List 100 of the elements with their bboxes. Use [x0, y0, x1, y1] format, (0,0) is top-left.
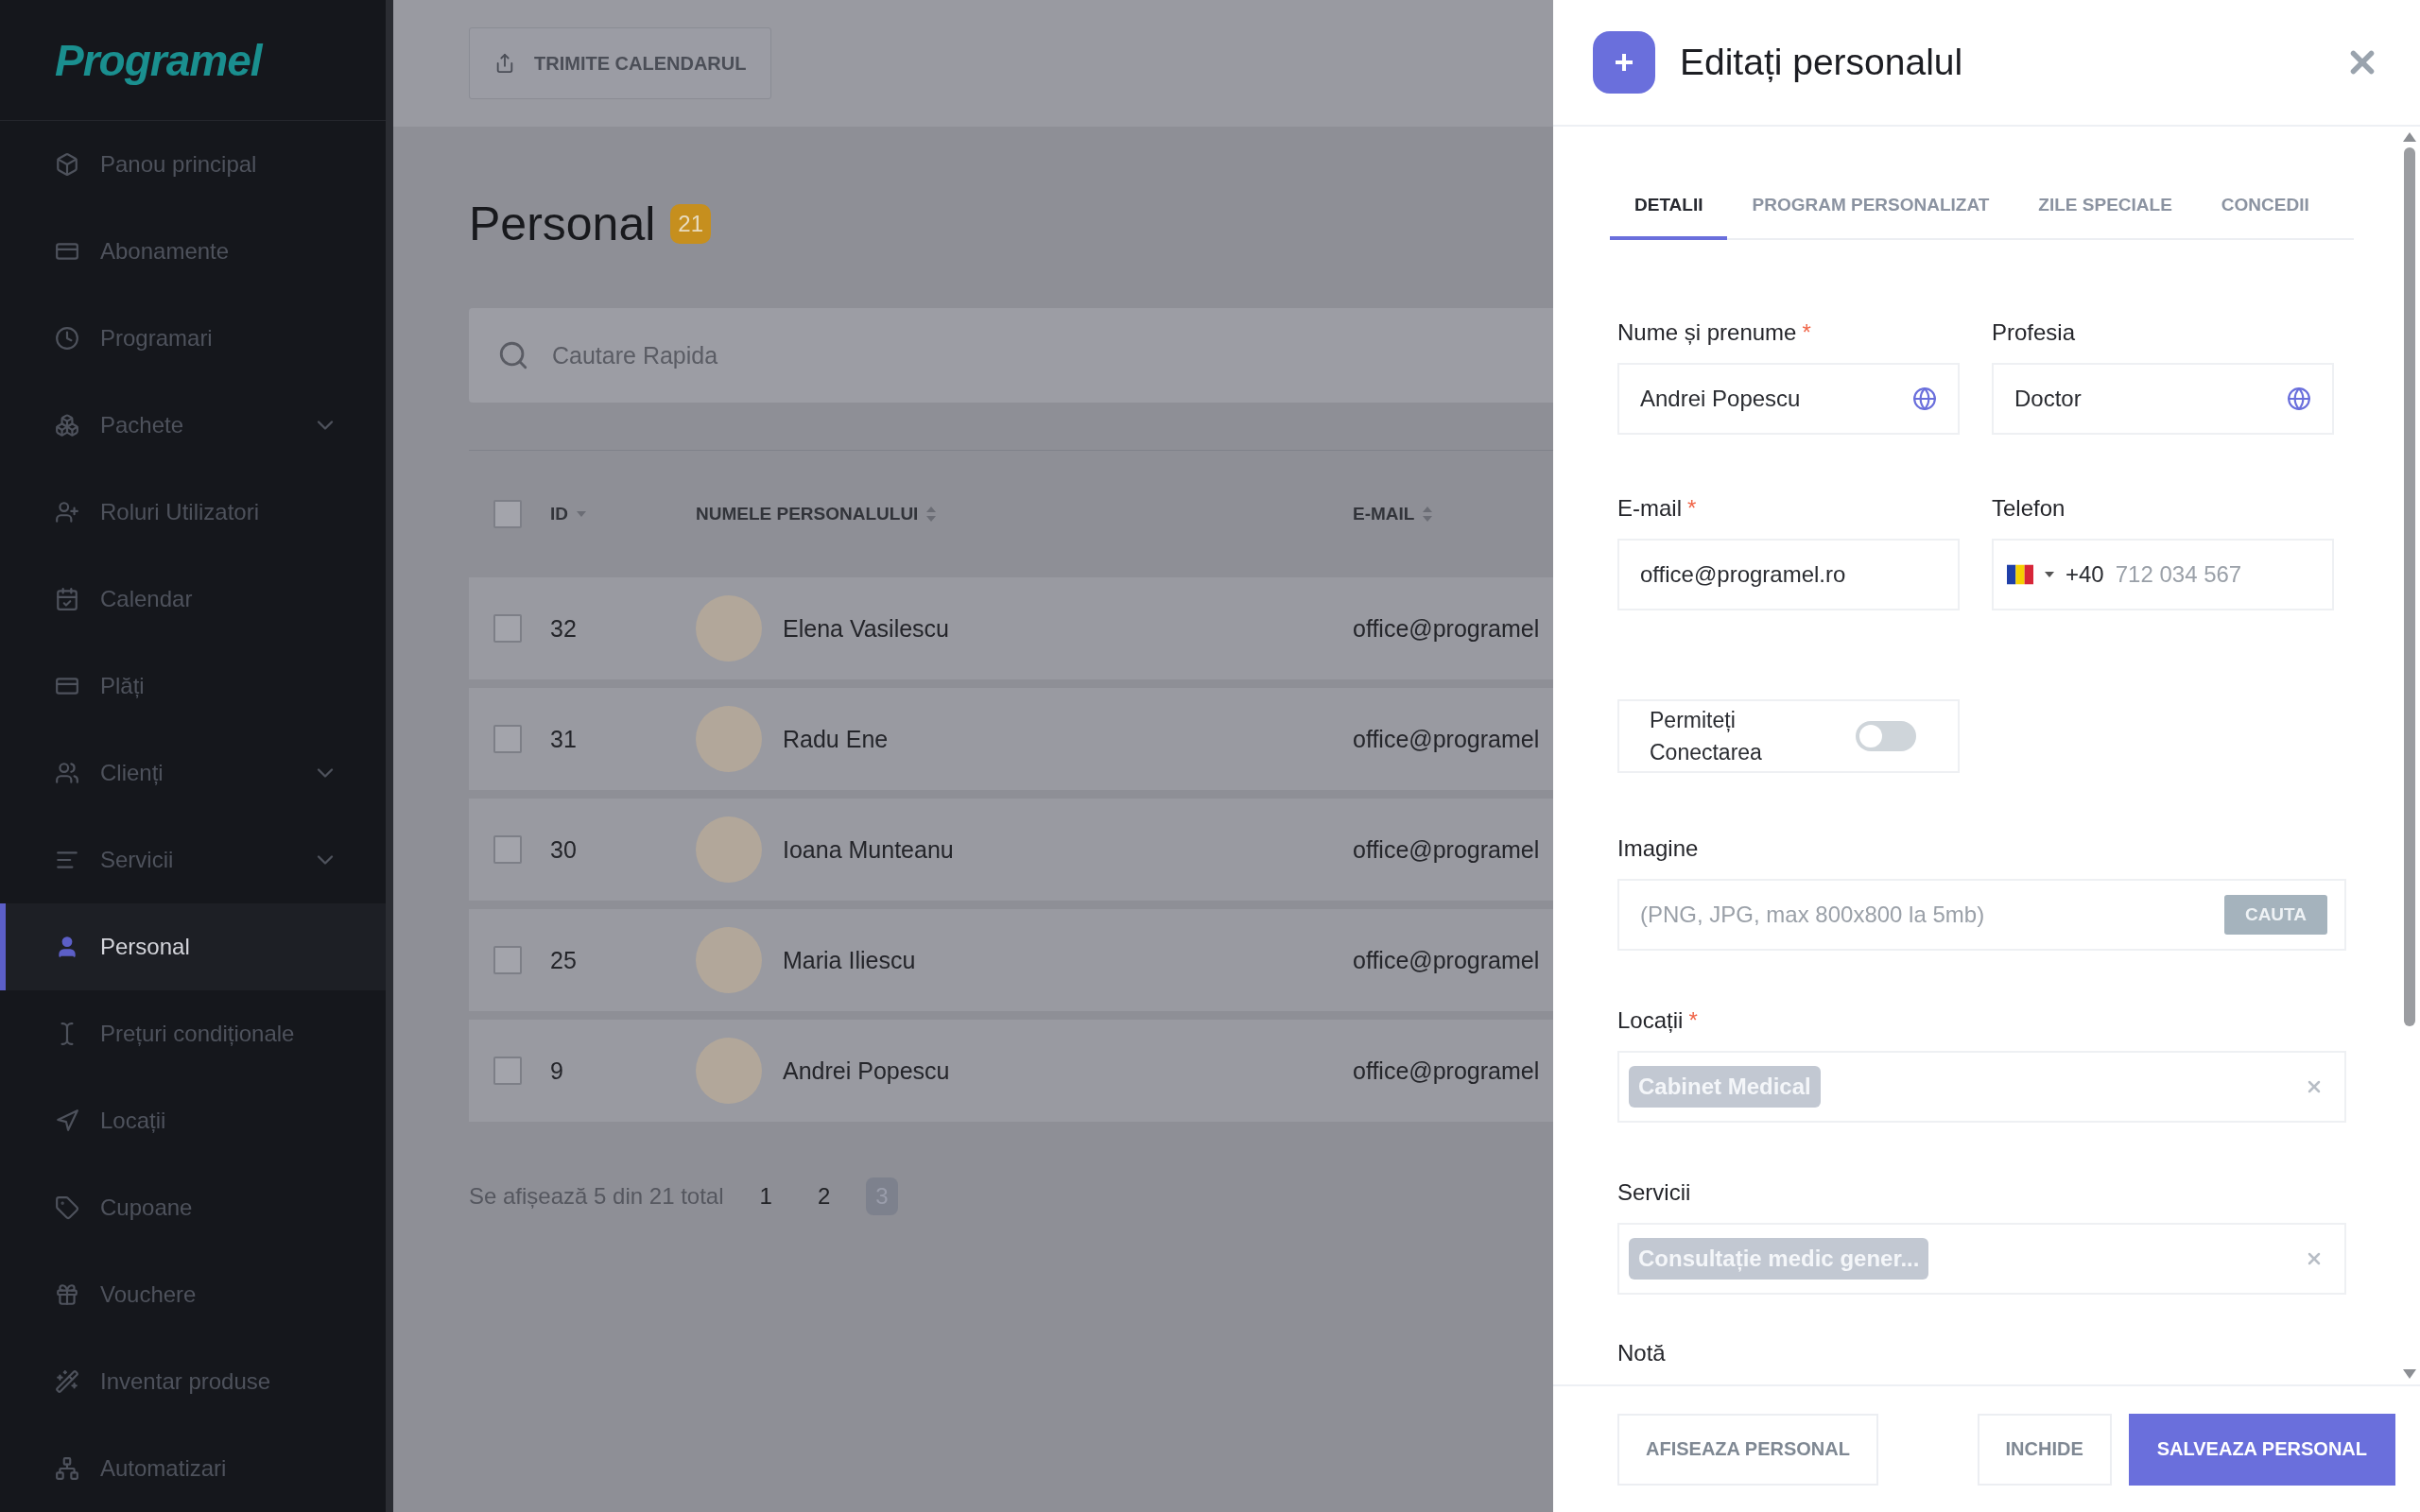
sort-down-icon[interactable]: [576, 510, 587, 518]
column-header[interactable]: E-MAIL: [1353, 504, 1434, 524]
field-label: Notă: [1617, 1340, 1667, 1366]
field-label: Nume și prenume *: [1617, 319, 1812, 346]
logo[interactable]: Programel: [55, 34, 262, 86]
email-input-field[interactable]: office@programel.ro: [1617, 539, 1960, 610]
page-link[interactable]: 2: [807, 1177, 840, 1215]
field-label: Locații *: [1617, 1007, 1699, 1034]
scroll-down-icon[interactable]: [2403, 1369, 2416, 1379]
close-button[interactable]: INCHIDE: [1977, 1413, 2112, 1486]
scroll-up-icon[interactable]: [2403, 132, 2416, 142]
send-calendar-button[interactable]: TRIMITE CALENDARUL: [469, 27, 772, 99]
boxes-icon: [55, 413, 79, 438]
table-cell: office@programel: [1353, 835, 1540, 864]
page-title: Personal: [469, 197, 656, 251]
table-cell: Ioana Munteanu: [783, 835, 954, 864]
row-checkbox[interactable]: [493, 725, 522, 753]
sidebar-item[interactable]: Calendar: [0, 556, 386, 644]
row-checkbox[interactable]: [493, 1057, 522, 1085]
table-row[interactable]: 31 Radu Ene office@programel: [469, 688, 1553, 790]
browse-button[interactable]: CAUTA: [2223, 895, 2327, 935]
sort-icon[interactable]: [1422, 506, 1434, 523]
navigation-icon: [55, 1108, 79, 1134]
field-label: E-mail *: [1617, 495, 1698, 522]
table-cell: office@programel: [1353, 725, 1540, 753]
sidebar-item[interactable]: Inventar produse: [0, 1338, 386, 1426]
caret-icon[interactable]: [2045, 572, 2054, 577]
table-cell: 25: [550, 946, 577, 974]
column-header[interactable]: NUMELE PERSONALULUI: [696, 504, 938, 524]
flag-icon[interactable]: [2007, 564, 2033, 585]
table-cell: office@programel: [1353, 1057, 1540, 1085]
table-row[interactable]: 32 Elena Vasilescu office@programel: [469, 577, 1553, 679]
gift-icon: [55, 1282, 79, 1308]
table-cell: office@programel: [1353, 614, 1540, 643]
sidebar-item[interactable]: Automatizari: [0, 1425, 386, 1512]
cube-icon: [55, 152, 79, 178]
sidebar-item[interactable]: Pachete: [0, 382, 386, 470]
sidebar-item[interactable]: Personal: [0, 903, 386, 991]
table-row[interactable]: 25 Maria Iliescu office@programel: [469, 909, 1553, 1011]
required-mark: *: [1688, 1007, 1698, 1033]
table-cell: Radu Ene: [783, 725, 889, 753]
phone-input-field[interactable]: +40 712 034 567: [1992, 539, 2334, 610]
globe-icon[interactable]: [1912, 387, 1937, 411]
field-label: Profesia: [1992, 319, 2077, 346]
table-cell: Elena Vasilescu: [783, 614, 950, 643]
table-row[interactable]: 9 Andrei Popescu office@programel: [469, 1020, 1553, 1122]
sidebar-item[interactable]: Abonamente: [0, 208, 386, 296]
sidebar-item[interactable]: Roluri Utilizatori: [0, 469, 386, 557]
table-cell: office@programel: [1353, 946, 1540, 974]
globe-icon[interactable]: [2287, 387, 2311, 411]
required-mark: *: [1802, 319, 1811, 345]
tag-icon: [55, 1195, 79, 1221]
wand-icon: [55, 1369, 79, 1395]
table-cell: 30: [550, 835, 577, 864]
row-checkbox[interactable]: [493, 946, 522, 974]
sort-icon[interactable]: [925, 506, 938, 523]
plus-icon: [1593, 31, 1655, 94]
sidebar-item[interactable]: Panou principal: [0, 121, 386, 209]
sidebar-item[interactable]: Programari: [0, 295, 386, 383]
network-icon: [55, 1456, 79, 1482]
table-cell: 32: [550, 614, 577, 643]
user-plus-icon: [55, 500, 79, 525]
table-row[interactable]: 30 Ioana Munteanu office@programel: [469, 799, 1553, 901]
search-icon: [497, 339, 529, 371]
sidebar-item[interactable]: Prețuri condiționale: [0, 990, 386, 1078]
sidebar-item[interactable]: Locații: [0, 1077, 386, 1165]
count-badge: 21: [670, 204, 712, 244]
row-checkbox[interactable]: [493, 835, 522, 864]
search-field[interactable]: Cautare Rapida: [469, 308, 1553, 403]
required-mark: *: [1687, 495, 1697, 521]
profession-input-field[interactable]: Doctor: [1992, 363, 2334, 435]
tab[interactable]: DETALII: [1610, 174, 1728, 240]
toggle-label: Permiteți Conectarea: [1650, 707, 1763, 766]
table-cell: Maria Iliescu: [783, 946, 916, 974]
sidebar-item[interactable]: Servicii: [0, 816, 386, 904]
tab[interactable]: CONCEDII: [2196, 174, 2334, 240]
table-cell: 31: [550, 725, 577, 753]
image-input-field[interactable]: (PNG, JPG, max 800x800 la 5mb) CAUTA: [1617, 879, 2346, 951]
sidebar-item[interactable]: Clienți: [0, 730, 386, 817]
pagination-summary: Se afișează 5 din 21 total: [469, 1183, 724, 1210]
select-all-checkbox[interactable]: [493, 500, 522, 528]
sidebar-item[interactable]: Plăți: [0, 643, 386, 730]
page-link[interactable]: 1: [750, 1177, 782, 1215]
tab[interactable]: ZILE SPECIALE: [2014, 174, 2197, 240]
table-cell: 9: [550, 1057, 563, 1085]
name-input-field[interactable]: Andrei Popescu: [1617, 363, 1960, 435]
scrollbar-thumb[interactable]: [2404, 147, 2415, 1026]
show-staff-button[interactable]: AFISEAZA PERSONAL: [1617, 1413, 1878, 1486]
panel-title: Editați personalul: [1680, 42, 1964, 83]
field-label: Telefon: [1992, 495, 2066, 522]
save-button[interactable]: SALVEAZA PERSONAL: [2128, 1413, 2395, 1486]
clock-icon: [55, 326, 79, 352]
toggle-switch[interactable]: [1856, 721, 1916, 751]
tab[interactable]: PROGRAM PERSONALIZAT: [1727, 174, 2014, 240]
sidebar-item[interactable]: Cupoane: [0, 1164, 386, 1252]
calendar-icon: [55, 587, 79, 612]
column-header[interactable]: ID: [550, 504, 587, 524]
row-checkbox[interactable]: [493, 614, 522, 643]
table-cell: Andrei Popescu: [783, 1057, 950, 1085]
sidebar-item[interactable]: Vouchere: [0, 1251, 386, 1339]
